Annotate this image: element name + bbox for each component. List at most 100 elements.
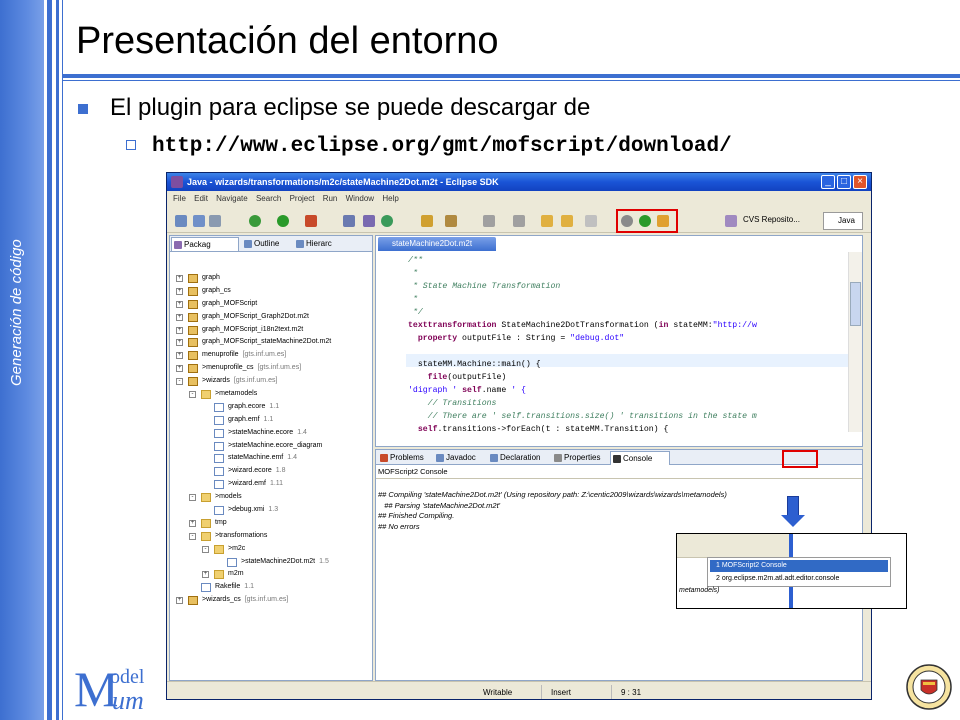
debug-icon[interactable]: [249, 215, 261, 227]
folder-icon: [188, 596, 198, 606]
cvs-perspective-label[interactable]: CVS Reposito...: [743, 215, 800, 224]
tree-item[interactable]: + >menuprofile_cs [gts.inf.um.es]: [170, 362, 372, 375]
collapse-icon[interactable]: -: [189, 532, 196, 540]
tab-outline[interactable]: Outline: [242, 237, 292, 251]
open-perspective-icon[interactable]: [725, 215, 737, 227]
java-perspective-button[interactable]: Java: [823, 212, 863, 230]
annotation-icon[interactable]: [483, 215, 495, 227]
tree-item[interactable]: - >metamodels: [170, 388, 372, 401]
code-text[interactable]: /** * * State Machine Transformation * *…: [408, 254, 757, 436]
new-class-icon[interactable]: [343, 215, 355, 227]
tree-item[interactable]: + m2m: [170, 568, 372, 581]
tree-item[interactable]: Rakefile 1.1: [170, 581, 372, 594]
menu-window[interactable]: Window: [346, 192, 374, 206]
tab-console[interactable]: Console: [610, 451, 670, 465]
tree-item[interactable]: graph.ecore 1.1: [170, 401, 372, 414]
expand-icon[interactable]: +: [176, 365, 183, 373]
new-icon[interactable]: [175, 215, 187, 227]
expand-icon[interactable]: +: [176, 326, 183, 334]
tree-item[interactable]: + tmp: [170, 517, 372, 530]
code-editor[interactable]: stateMachine2Dot.m2t /** * * State Machi…: [375, 235, 863, 447]
maximize-button[interactable]: □: [837, 175, 851, 189]
expand-icon[interactable]: +: [176, 313, 183, 321]
console-line: ## Compiling 'stateMachine2Dot.m2t' (Usi…: [378, 490, 727, 499]
expand-icon[interactable]: +: [202, 571, 209, 579]
save-icon[interactable]: [193, 215, 205, 227]
tree-item[interactable]: + graph_cs: [170, 285, 372, 298]
menu-navigate[interactable]: Navigate: [216, 192, 248, 206]
arrow-down-icon: [787, 496, 799, 516]
expand-icon[interactable]: +: [176, 275, 183, 282]
menu-help[interactable]: Help: [382, 192, 398, 206]
scroll-thumb[interactable]: [850, 282, 861, 326]
tree-item[interactable]: >stateMachine.ecore_diagram: [170, 440, 372, 453]
tree-item[interactable]: + graph_MOFScript_stateMachine2Dot.m2t: [170, 336, 372, 349]
expand-icon[interactable]: +: [176, 597, 183, 605]
expand-icon[interactable]: +: [176, 352, 183, 360]
back-icon[interactable]: [561, 215, 573, 227]
annotation-icon[interactable]: [513, 215, 525, 227]
tree-item[interactable]: >stateMachine.ecore 1.4: [170, 427, 372, 440]
tree-item-label: >models: [215, 493, 242, 501]
tab-javadoc[interactable]: Javadoc: [434, 451, 486, 465]
tab-hierarchy[interactable]: Hierarc: [294, 237, 344, 251]
project-tree: + graph + graph_cs + graph_MOFScript + graph_MO…: [170, 272, 372, 607]
bullet-text: El plugin para eclipse se puede descarga…: [110, 94, 591, 121]
tab-package-explorer[interactable]: Packag: [171, 237, 239, 251]
tree-item[interactable]: >stateMachine2Dot.m2t 1.5: [170, 556, 372, 569]
open-type-icon[interactable]: [421, 215, 433, 227]
tree-item[interactable]: - >wizards [gts.inf.um.es]: [170, 375, 372, 388]
editor-scrollbar[interactable]: [848, 252, 862, 432]
tree-item[interactable]: - >transformations: [170, 530, 372, 543]
menu-file[interactable]: File: [173, 192, 186, 206]
tree-item[interactable]: + graph_MOFScript_Graph2Dot.m2t: [170, 311, 372, 324]
version-label: [gts.inf.um.es]: [257, 364, 302, 372]
tab-problems[interactable]: Problems: [378, 451, 432, 465]
tree-item[interactable]: - >models: [170, 491, 372, 504]
tree-item[interactable]: + >wizards_cs [gts.inf.um.es]: [170, 594, 372, 607]
tree-item[interactable]: >wizard.ecore 1.8: [170, 465, 372, 478]
tree-item[interactable]: stateMachine.emf 1.4: [170, 452, 372, 465]
new-package-icon[interactable]: [363, 215, 375, 227]
code-line: property outputFile : String = "debug.do…: [417, 334, 625, 343]
tab-declaration[interactable]: Declaration: [488, 451, 550, 465]
left-stripe: [62, 0, 63, 720]
external-tools-icon[interactable]: [305, 215, 317, 227]
forward-icon[interactable]: [585, 215, 597, 227]
menu-item-atl-console[interactable]: 2 org.eclipse.m2m.atl.adt.editor.console: [710, 573, 888, 585]
print-icon[interactable]: [209, 215, 221, 227]
minimize-button[interactable]: _: [821, 175, 835, 189]
tree-item-label: >stateMachine2Dot.m2t 1.5: [241, 557, 329, 565]
expand-icon[interactable]: +: [176, 300, 183, 308]
menu-project[interactable]: Project: [290, 192, 315, 206]
tree-item[interactable]: >debug.xmi 1.3: [170, 504, 372, 517]
tree-item[interactable]: + graph_MOFScript_i18n2text.m2t: [170, 324, 372, 337]
code-line: self.transitions->forEach(t : stateMM.Tr…: [417, 425, 669, 434]
expand-icon[interactable]: +: [189, 519, 196, 527]
tree-item[interactable]: + graph: [170, 272, 372, 285]
tree-item[interactable]: + menuprofile [gts.inf.um.es]: [170, 349, 372, 362]
tree-item[interactable]: - >m2c: [170, 543, 372, 556]
collapse-icon[interactable]: -: [202, 545, 209, 553]
back-icon[interactable]: [541, 215, 553, 227]
collapse-icon[interactable]: -: [176, 378, 183, 386]
run-icon[interactable]: [277, 215, 289, 227]
tree-item[interactable]: >wizard.emf 1.11: [170, 478, 372, 491]
menu-item-mofscript-console[interactable]: 1 MOFScript2 Console: [710, 560, 888, 572]
tree-item[interactable]: + graph_MOFScript: [170, 298, 372, 311]
version-label: 1.4: [287, 454, 297, 462]
tree-item[interactable]: graph.emf 1.1: [170, 414, 372, 427]
new-java-icon[interactable]: [381, 215, 393, 227]
expand-icon[interactable]: +: [176, 287, 183, 295]
expand-icon[interactable]: +: [176, 339, 183, 347]
editor-tab[interactable]: stateMachine2Dot.m2t: [378, 237, 496, 251]
menu-run[interactable]: Run: [323, 192, 338, 206]
download-url[interactable]: http://www.eclipse.org/gmt/mofscript/dow…: [152, 135, 732, 158]
tab-properties[interactable]: Properties: [552, 451, 608, 465]
close-button[interactable]: ×: [853, 175, 867, 189]
menu-search[interactable]: Search: [256, 192, 281, 206]
collapse-icon[interactable]: -: [189, 494, 196, 502]
menu-edit[interactable]: Edit: [194, 192, 208, 206]
collapse-icon[interactable]: -: [189, 391, 196, 399]
search-icon[interactable]: [445, 215, 457, 227]
